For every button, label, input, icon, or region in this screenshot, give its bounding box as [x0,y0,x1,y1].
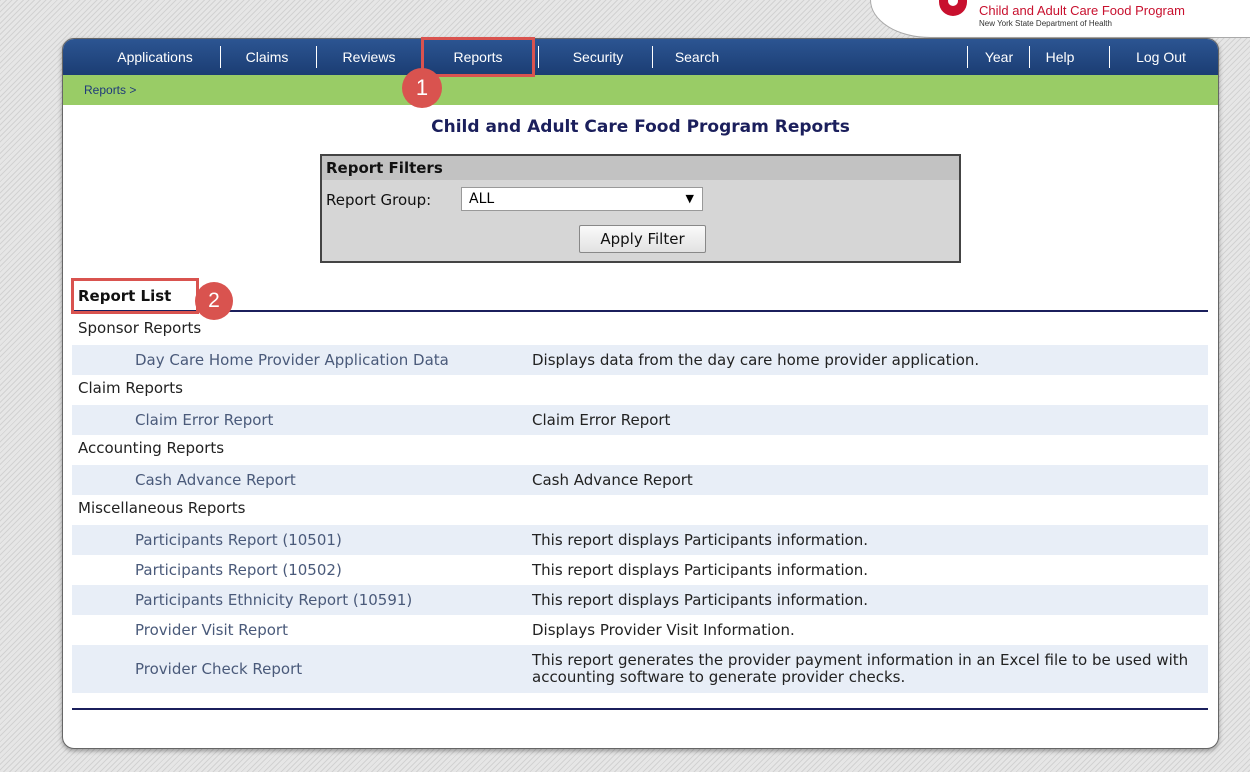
report-row: Provider Visit Report Displays Provider … [72,615,1208,645]
report-link[interactable]: Day Care Home Provider Application Data [72,351,532,369]
filters-heading: Report Filters [322,156,959,180]
report-link[interactable]: Claim Error Report [72,411,532,429]
page-title: Child and Adult Care Food Program Report… [431,117,850,137]
nav-divider [538,46,539,68]
report-row: Participants Ethnicity Report (10591) Th… [72,585,1208,615]
nav-divider [220,46,221,68]
program-logo-banner: Child and Adult Care Food Program New Yo… [870,0,1250,38]
program-title: Child and Adult Care Food Program [979,3,1185,18]
report-row: Day Care Home Provider Application Data … [72,345,1208,375]
report-group-select[interactable]: ALL ▼ [461,187,703,211]
report-link[interactable]: Provider Check Report [72,660,532,678]
report-row: Claim Error Report Claim Error Report [72,405,1208,435]
report-description: This report displays Participants inform… [532,590,869,609]
reports-highlight-box [421,37,535,77]
report-description: This report generates the provider payme… [532,651,1189,686]
dropdown-arrow-icon: ▼ [685,192,694,205]
report-group-value: ALL [469,191,495,207]
report-link[interactable]: Participants Report (10501) [72,531,532,549]
app-panel: Applications Claims Reviews Reports Secu… [62,38,1219,749]
report-list: Sponsor Reports Day Care Home Provider A… [72,315,1208,693]
group-header: Claim Reports [78,379,183,397]
report-link[interactable]: Cash Advance Report [72,471,532,489]
nav-log-out[interactable]: Log Out [1121,39,1201,75]
report-row: Provider Check Report This report genera… [72,645,1208,693]
report-link[interactable]: Provider Visit Report [72,621,532,639]
divider [72,708,1208,710]
nav-divider [652,46,653,68]
report-filters-panel: Report Filters Report Group: ALL ▼ Apply… [320,154,961,263]
breadcrumb[interactable]: Reports > [84,83,136,97]
nav-claims[interactable]: Claims [231,39,303,75]
nav-applications[interactable]: Applications [85,39,225,75]
annotation-badge-2: 2 [195,282,233,320]
nav-divider [1029,46,1030,68]
report-description: Cash Advance Report [532,470,693,489]
main-nav: Applications Claims Reviews Reports Secu… [63,39,1218,75]
report-group-label: Report Group: [326,191,432,209]
nav-year[interactable]: Year [977,39,1021,75]
report-description: This report displays Participants inform… [532,560,869,579]
nav-search[interactable]: Search [659,39,735,75]
report-description: Displays Provider Visit Information. [532,620,795,639]
divider [72,310,1208,312]
report-row: Participants Report (10501) This report … [72,525,1208,555]
report-description: This report displays Participants inform… [532,530,869,549]
report-link[interactable]: Participants Ethnicity Report (10591) [72,591,532,609]
breadcrumb-bar: Reports > [63,75,1218,105]
nys-logo-icon [939,0,967,16]
report-description: Claim Error Report [532,410,671,429]
nav-reviews[interactable]: Reviews [325,39,413,75]
nav-divider [316,46,317,68]
group-header: Accounting Reports [78,439,225,457]
nav-divider [967,46,968,68]
report-row: Participants Report (10502) This report … [72,555,1208,585]
report-row: Cash Advance Report Cash Advance Report [72,465,1208,495]
nav-help[interactable]: Help [1037,39,1083,75]
nav-security[interactable]: Security [547,39,649,75]
group-header: Sponsor Reports [78,319,202,337]
group-header: Miscellaneous Reports [78,499,246,517]
apply-filter-button[interactable]: Apply Filter [579,225,706,253]
report-description: Displays data from the day care home pro… [532,350,980,369]
report-list-highlight-box [71,278,199,314]
annotation-badge-1: 1 [402,68,442,108]
report-link[interactable]: Participants Report (10502) [72,561,532,579]
nav-divider [1109,46,1110,68]
department-name: New York State Department of Health [979,19,1112,28]
